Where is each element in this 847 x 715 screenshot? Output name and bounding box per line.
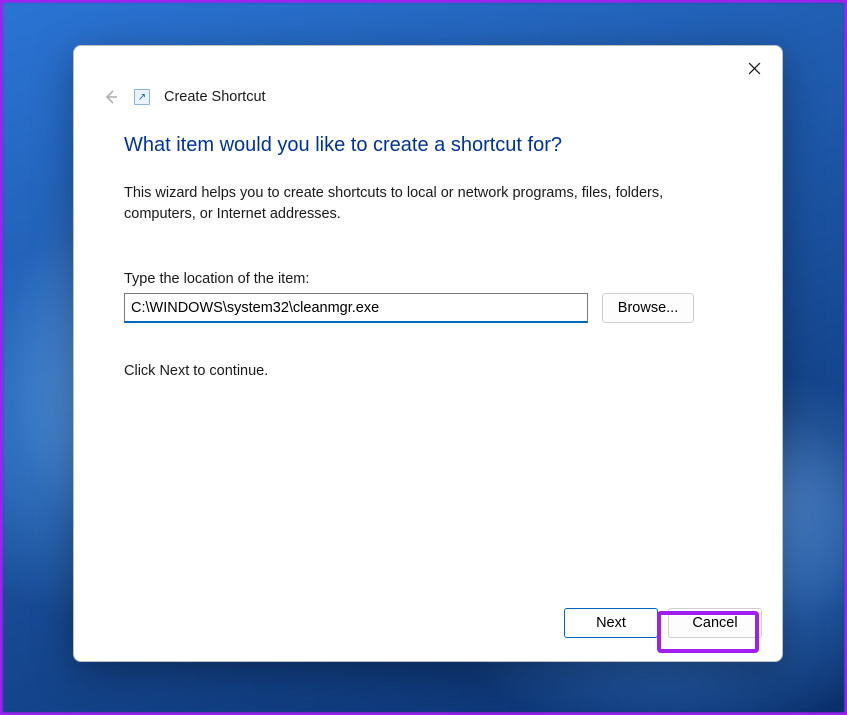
wizard-heading: What item would you like to create a sho… [124, 134, 732, 157]
wizard-description: This wizard helps you to create shortcut… [124, 183, 684, 225]
close-button[interactable] [732, 52, 776, 84]
back-arrow-icon [102, 88, 120, 106]
next-button[interactable]: Next [564, 608, 658, 638]
continue-hint: Click Next to continue. [124, 363, 732, 379]
window-title: Create Shortcut [164, 89, 266, 105]
location-row: Browse... [124, 293, 732, 323]
location-input[interactable] [124, 293, 588, 323]
location-label: Type the location of the item: [124, 271, 732, 287]
close-icon [748, 62, 761, 75]
back-button[interactable] [100, 86, 122, 108]
dialog-footer: Next Cancel [74, 599, 782, 661]
titlebar [74, 46, 782, 90]
dialog-content: What item would you like to create a sho… [74, 116, 782, 599]
cancel-button[interactable]: Cancel [668, 608, 762, 638]
dialog-header: ↗ Create Shortcut [74, 86, 782, 116]
browse-button[interactable]: Browse... [602, 293, 694, 323]
shortcut-icon: ↗ [134, 89, 150, 105]
create-shortcut-dialog: ↗ Create Shortcut What item would you li… [73, 45, 783, 662]
